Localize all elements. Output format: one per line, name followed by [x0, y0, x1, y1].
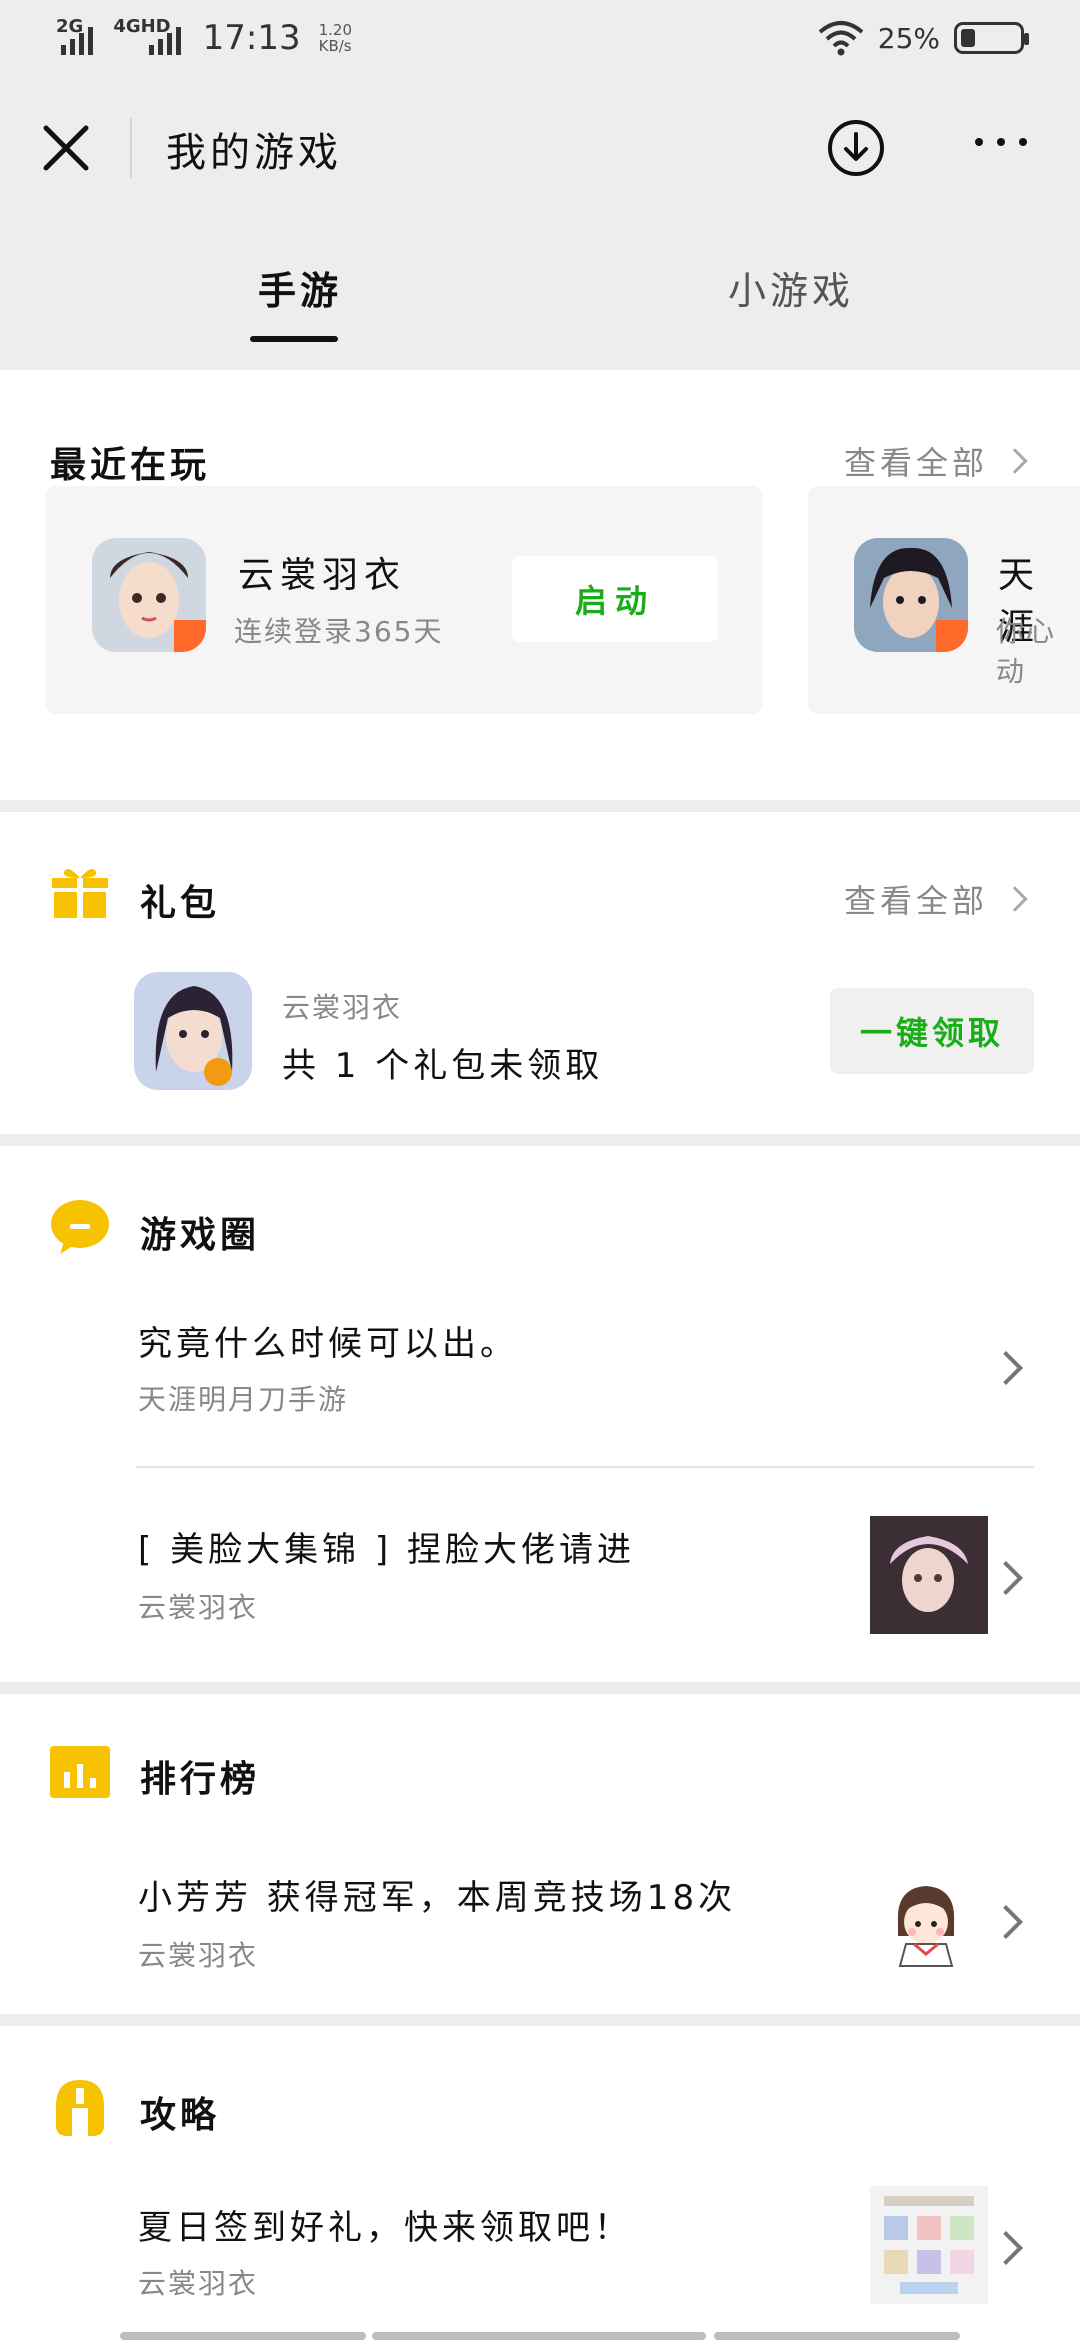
- game-icon: [134, 972, 252, 1090]
- game-icon: [92, 538, 206, 652]
- close-icon[interactable]: [38, 120, 94, 176]
- start-game-button[interactable]: 启动: [512, 556, 718, 642]
- clock: 17:13: [202, 18, 301, 58]
- avatar: [886, 1878, 966, 1968]
- signal-2g-icon: 2G: [56, 16, 94, 55]
- post-source: 云裳羽衣: [138, 1591, 259, 1624]
- game-status: 你心动: [996, 615, 1057, 688]
- list-item[interactable]: 夏日签到好礼，快来领取吧！ 云裳羽衣: [0, 2176, 1080, 2340]
- section-title: 排行榜: [140, 1759, 261, 1800]
- ranking-section: 排行榜 小芳芳 获得冠军，本周竞技场18次 云裳羽衣: [0, 1694, 1080, 2014]
- gift-section: 礼包 查看全部 云裳羽衣 共 1 个礼包未领取 一键领取: [0, 812, 1080, 1134]
- recent-game-card[interactable]: 云裳羽衣 连续登录365天 启动: [46, 486, 762, 714]
- chevron-right-icon: [1002, 448, 1028, 474]
- game-icon: [854, 538, 968, 652]
- scroll-indicator: [372, 2332, 706, 2340]
- active-tab-indicator: [250, 336, 338, 342]
- gift-description: 共 1 个礼包未领取: [282, 1046, 604, 1086]
- guide-section: 攻略 夏日签到好礼，快来领取吧！ 云裳羽衣: [0, 2026, 1080, 2340]
- nav-bar: 我的游戏: [0, 90, 1080, 210]
- guide-thumbnail: [870, 2186, 988, 2304]
- guide-title: 夏日签到好礼，快来领取吧！: [138, 2208, 632, 2248]
- nav-divider: [130, 118, 132, 178]
- tab-bar: 手游 小游戏: [0, 250, 1080, 370]
- post-title: [ 美脸大集锦 ] 捏脸大佬请进: [138, 1530, 635, 1570]
- section-title: 最近在玩: [50, 445, 211, 486]
- chevron-right-icon: [989, 2231, 1023, 2265]
- battery-percent: 25%: [877, 21, 940, 55]
- section-title: 游戏圈: [140, 1215, 261, 1256]
- gift-icon: [52, 869, 108, 918]
- ranking-title: 小芳芳 获得冠军，本周竞技场18次: [138, 1878, 737, 1918]
- section-title: 攻略: [140, 2095, 221, 2136]
- chat-bubble-icon: [51, 1200, 109, 1254]
- list-item[interactable]: 究竟什么时候可以出。 天涯明月刀手游: [0, 1296, 1080, 1456]
- guide-source: 云裳羽衣: [138, 2267, 259, 2300]
- see-all-link[interactable]: 查看全部: [844, 876, 1028, 922]
- my-games-page: 2G 4GHD 17:13 1.20 KB/s 25% 我的游戏 手游 小游戏 …: [0, 0, 1080, 2340]
- scroll-indicator: [120, 2332, 366, 2340]
- chevron-right-icon: [989, 1351, 1023, 1385]
- recent-game-card[interactable]: 天涯 你心动: [808, 486, 1080, 714]
- post-title: 究竟什么时候可以出。: [138, 1324, 518, 1364]
- claim-all-button[interactable]: 一键领取: [830, 988, 1034, 1074]
- list-item[interactable]: [ 美脸大集锦 ] 捏脸大佬请进 云裳羽衣: [0, 1476, 1080, 1676]
- chevron-right-icon: [1002, 886, 1028, 912]
- helmet-icon: [56, 2080, 104, 2136]
- post-source: 天涯明月刀手游: [138, 1383, 349, 1416]
- section-title: 礼包: [140, 883, 221, 924]
- scroll-indicator: [714, 2332, 960, 2340]
- chevron-right-icon: [989, 1905, 1023, 1939]
- game-name: 云裳羽衣: [238, 555, 407, 596]
- game-status: 连续登录365天: [234, 615, 444, 648]
- ranking-source: 云裳羽衣: [138, 1939, 259, 1972]
- signal-4g-icon: 4GHD: [113, 16, 181, 55]
- recent-section: 最近在玩 查看全部 云裳羽衣 连续登录365天 启动 天涯 你心动: [0, 370, 1080, 800]
- tab-mini-games[interactable]: 小游戏: [728, 260, 854, 315]
- post-thumbnail: [870, 1516, 988, 1634]
- more-icon[interactable]: [975, 138, 1035, 158]
- battery-icon: [954, 22, 1029, 54]
- chart-bars-icon: [50, 1746, 110, 1798]
- game-circle-section: 游戏圈 究竟什么时候可以出。 天涯明月刀手游 [ 美脸大集锦 ] 捏脸大佬请进 …: [0, 1146, 1080, 1682]
- status-bar: 2G 4GHD 17:13 1.20 KB/s 25%: [0, 0, 1080, 80]
- wifi-icon: [818, 21, 864, 56]
- list-item[interactable]: 小芳芳 获得冠军，本周竞技场18次 云裳羽衣: [0, 1844, 1080, 2004]
- page-title: 我的游戏: [166, 130, 342, 176]
- see-all-link[interactable]: 查看全部: [844, 438, 1028, 484]
- tab-mobile-games[interactable]: 手游: [258, 260, 342, 315]
- divider: [136, 1466, 1034, 1468]
- download-icon[interactable]: [826, 118, 886, 178]
- gift-game-name: 云裳羽衣: [282, 991, 403, 1024]
- network-speed: 1.20 KB/s: [318, 21, 353, 55]
- chevron-right-icon: [989, 1561, 1023, 1595]
